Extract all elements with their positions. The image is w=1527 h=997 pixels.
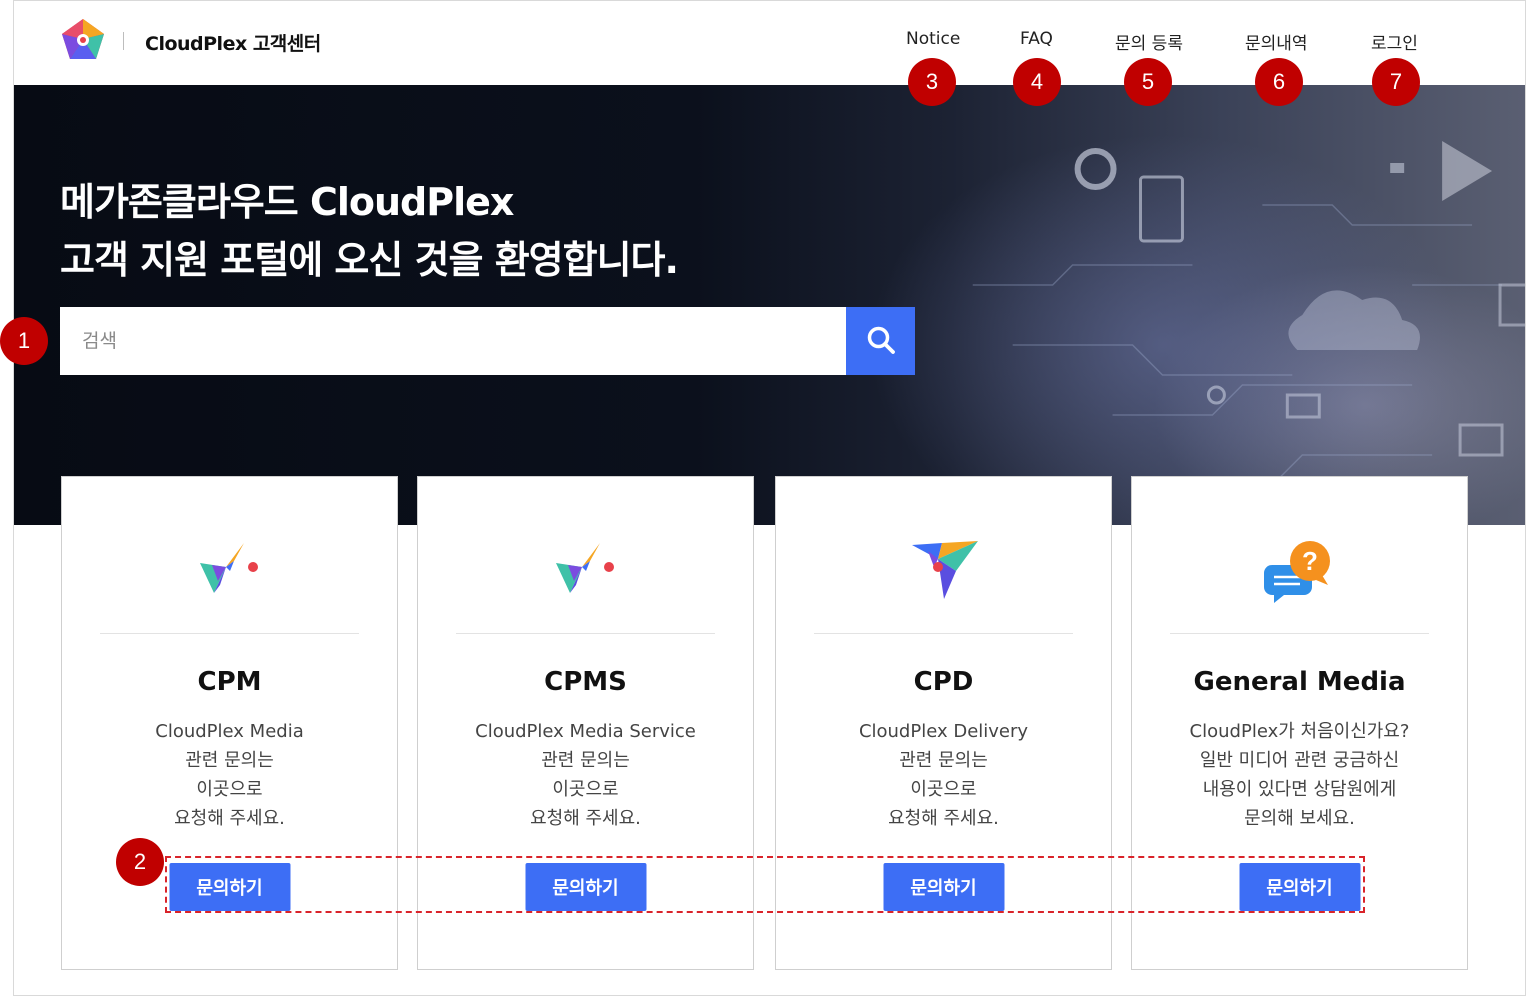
card-desc-line: 요청해 주세요. <box>530 808 641 829</box>
card-desc-line: 관련 문의는 <box>899 750 988 771</box>
page-frame: CloudPlex 고객센터 Notice FAQ 문의 등록 문의내역 로그인 <box>13 0 1526 996</box>
card-divider <box>814 633 1073 634</box>
card-desc-line: 관련 문의는 <box>185 750 274 771</box>
card-desc-line: 이곳으로 <box>910 779 977 800</box>
card-description: CloudPlex Media Service 관련 문의는 이곳으로 요청해 … <box>418 717 753 833</box>
card-desc-line: 관련 문의는 <box>541 750 630 771</box>
inquiry-button-general-media[interactable]: 문의하기 <box>1239 863 1360 911</box>
card-divider <box>100 633 359 634</box>
card-divider <box>1170 633 1429 634</box>
product-card-cpms: CPMS CloudPlex Media Service 관련 문의는 이곳으로… <box>417 476 754 970</box>
hero-title-line1: 메가존클라우드 CloudPlex <box>60 180 514 224</box>
card-title: CPMS <box>544 667 627 697</box>
search-icon <box>867 326 895 354</box>
annotation-marker-4: 4 <box>1013 58 1061 106</box>
hero-title: 메가존클라우드 CloudPlex 고객 지원 포털에 오신 것을 환영합니다. <box>60 173 679 289</box>
annotation-marker-6: 6 <box>1255 58 1303 106</box>
cloudplex-logo-icon[interactable] <box>60 17 106 61</box>
card-description: CloudPlex Media 관련 문의는 이곳으로 요청해 주세요. <box>62 717 397 833</box>
brand-title[interactable]: CloudPlex 고객센터 <box>145 29 321 56</box>
card-desc-line: 문의해 보세요. <box>1244 808 1355 829</box>
inquiry-button-cpms[interactable]: 문의하기 <box>525 863 646 911</box>
search-input[interactable] <box>60 307 846 375</box>
cpms-logo-icon <box>555 543 614 593</box>
chat-question-icon: ? <box>1263 541 1330 603</box>
product-card-cpd: CPD CloudPlex Delivery 관련 문의는 이곳으로 요청해 주… <box>775 476 1112 970</box>
hero-banner: 메가존클라우드 CloudPlex 고객 지원 포털에 오신 것을 환영합니다. <box>14 85 1525 525</box>
nav-faq[interactable]: FAQ <box>1020 29 1053 49</box>
annotation-marker-3: 3 <box>908 58 956 106</box>
card-title: CPD <box>913 667 974 697</box>
card-desc-line: 이곳으로 <box>196 779 263 800</box>
product-card-general-media: ? General Media CloudPlex가 처음이신가요? 일반 미디… <box>1131 476 1468 970</box>
search-button[interactable] <box>846 307 915 375</box>
card-desc-line: 내용이 있다면 상담원에게 <box>1202 779 1397 800</box>
annotation-marker-2: 2 <box>116 838 164 886</box>
hero-title-line2: 고객 지원 포털에 오신 것을 환영합니다. <box>60 238 679 282</box>
card-title: General Media <box>1193 667 1406 697</box>
logo-separator <box>123 32 124 50</box>
card-desc-line: CloudPlex Delivery <box>858 721 1029 742</box>
card-divider <box>456 633 715 634</box>
inquiry-button-cpm[interactable]: 문의하기 <box>169 863 290 911</box>
annotation-marker-5: 5 <box>1124 58 1172 106</box>
nav-inquiry-history[interactable]: 문의내역 <box>1245 29 1308 54</box>
cpm-logo-icon <box>199 543 258 593</box>
card-desc-line: CloudPlex Media Service <box>475 721 696 742</box>
card-desc-line: CloudPlex Media <box>155 721 304 742</box>
card-desc-line: 요청해 주세요. <box>888 808 999 829</box>
card-title: CPM <box>197 667 262 697</box>
card-description: CloudPlex Delivery 관련 문의는 이곳으로 요청해 주세요. <box>776 717 1111 833</box>
card-description: CloudPlex가 처음이신가요? 일반 미디어 관련 궁금하신 내용이 있다… <box>1132 717 1467 833</box>
card-desc-line: 요청해 주세요. <box>174 808 285 829</box>
nav-register-inquiry[interactable]: 문의 등록 <box>1115 29 1183 54</box>
hero-background-graphic <box>972 141 1525 486</box>
cpd-logo-icon <box>911 541 978 599</box>
inquiry-button-cpd[interactable]: 문의하기 <box>883 863 1004 911</box>
annotation-marker-7: 7 <box>1372 58 1420 106</box>
nav-login[interactable]: 로그인 <box>1371 29 1418 54</box>
annotation-marker-1: 1 <box>0 317 48 365</box>
nav-notice[interactable]: Notice <box>906 29 960 49</box>
product-card-cpm: CPM CloudPlex Media 관련 문의는 이곳으로 요청해 주세요.… <box>61 476 398 970</box>
card-desc-line: 일반 미디어 관련 궁금하신 <box>1199 750 1400 771</box>
card-desc-line: CloudPlex가 처음이신가요? <box>1189 721 1410 742</box>
card-desc-line: 이곳으로 <box>552 779 619 800</box>
svg-text:?: ? <box>1302 546 1318 576</box>
